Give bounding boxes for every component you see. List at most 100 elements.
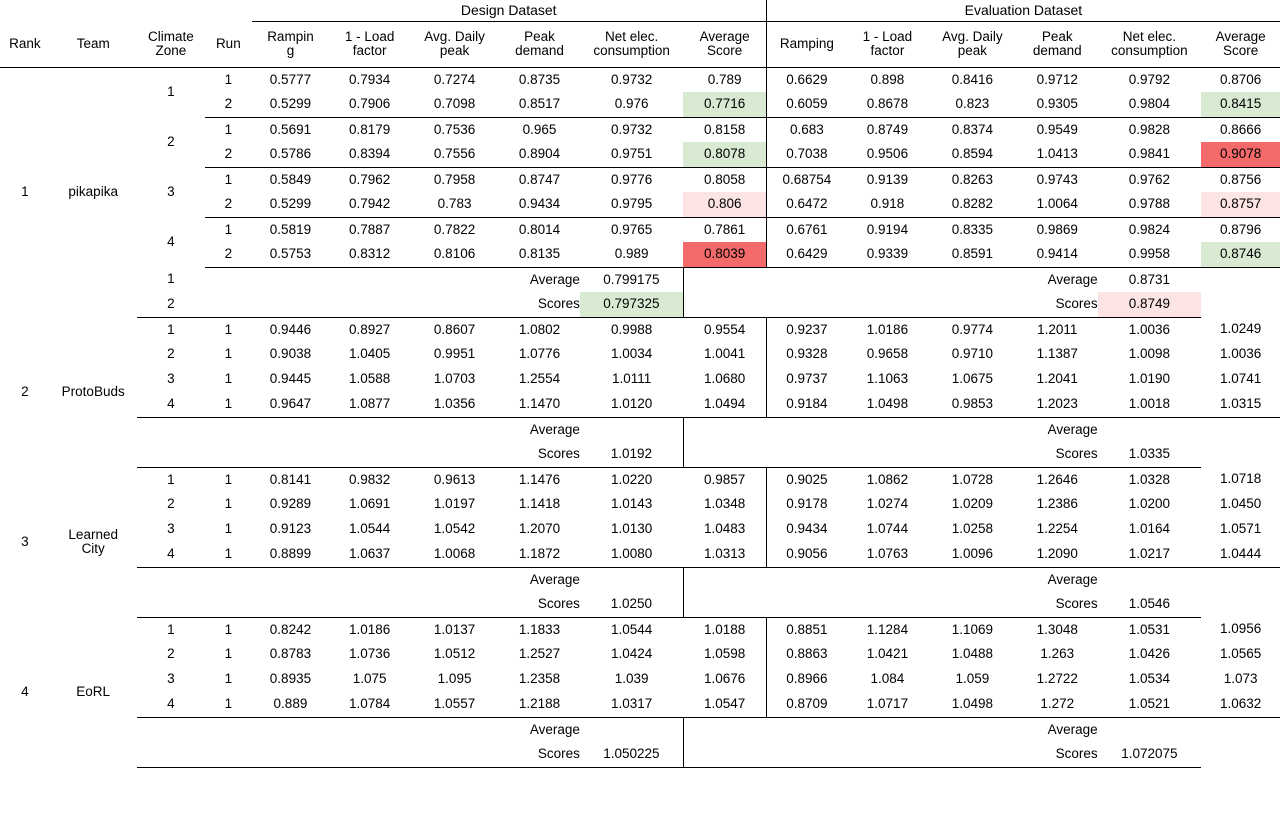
design-value-cell: 0.8106 bbox=[410, 242, 500, 268]
climate-zone-cell: 2 bbox=[167, 496, 175, 512]
header-evaluation-col-4: Peak demand bbox=[1016, 21, 1098, 68]
design-average-score-value bbox=[579, 717, 684, 742]
design-average-score-value bbox=[579, 417, 684, 442]
eval-value-cell: 1.0315 bbox=[1201, 392, 1280, 418]
data-row: 2 1 0.8783 1.0736 1.0512 1.2527 1.0424 1.0598 0.… bbox=[0, 642, 1280, 667]
design-value-cell: 1.0483 bbox=[683, 517, 767, 542]
climate-zone-cell: 2 bbox=[167, 346, 175, 362]
eval-value-cell: 0.9710 bbox=[951, 346, 993, 362]
summary-blank-cell bbox=[410, 417, 499, 442]
team-name-3: Learned City bbox=[50, 467, 137, 617]
header-line2: g bbox=[286, 43, 295, 58]
design-value-cell: 1.0186 bbox=[349, 621, 391, 637]
eval-average-score-value bbox=[1098, 567, 1202, 592]
eval-value-cell: 1.0744 bbox=[866, 521, 909, 537]
eval-value-cell: 1.0488 bbox=[951, 646, 993, 662]
eval-value-cell: 1.0036 bbox=[1219, 346, 1262, 362]
eval-value-cell: 0.8678 bbox=[847, 92, 928, 118]
design-value-cell: 0.7887 bbox=[349, 221, 391, 237]
eval-value-cell: 0.8282 bbox=[927, 192, 1017, 218]
eval-value-cell: 1.2023 bbox=[1016, 392, 1098, 418]
design-value-cell: 1.0068 bbox=[410, 542, 500, 568]
eval-value-cell: 1.263 bbox=[1040, 646, 1075, 662]
design-value-cell: 0.9123 bbox=[269, 521, 312, 537]
run-cell: 1 bbox=[224, 496, 233, 512]
design-value-cell: 1.0542 bbox=[433, 521, 476, 537]
design-value-cell: 1.0111 bbox=[611, 371, 652, 387]
eval-value-cell: 1.0862 bbox=[866, 471, 909, 487]
summary-blank-cell bbox=[683, 292, 767, 318]
eval-value-cell: 0.9025 bbox=[786, 471, 828, 487]
eval-average-scores-label: Average bbox=[1047, 571, 1098, 587]
climate-zone-cell: 3 bbox=[167, 521, 175, 537]
eval-value-cell: 0.9762 bbox=[1128, 171, 1171, 187]
eval-value-cell: 1.1069 bbox=[951, 621, 993, 637]
summary-run-cell: 2 bbox=[136, 292, 206, 318]
data-row: 4 EoRL 1 1 0.8242 1.0186 1.0137 1.1833 1.0544 1.0… bbox=[0, 617, 1280, 698]
design-value-cell: 0.9038 bbox=[269, 346, 312, 362]
design-value-cell: 0.965 bbox=[522, 121, 557, 137]
eval-average-scores-label: Scores bbox=[1016, 592, 1098, 618]
eval-value-cell: 0.898 bbox=[870, 71, 905, 87]
data-row: 3 1 0.5849 0.7962 0.7958 0.8747 0.9776 0.8058 0.… bbox=[0, 167, 1280, 198]
design-average-scores-label: Scores bbox=[499, 592, 580, 618]
eval-value-cell: 0.8263 bbox=[951, 171, 993, 187]
design-value-cell: 0.9445 bbox=[269, 371, 312, 387]
summary-blank-cell bbox=[683, 267, 766, 292]
summary-blank-cell bbox=[766, 717, 847, 742]
data-row: 2 1 0.9289 1.0691 1.0197 1.1418 1.0143 1.0348 0.… bbox=[0, 492, 1280, 517]
design-value-cell: 0.8158 bbox=[683, 117, 767, 142]
design-average-scores-label: Scores bbox=[499, 442, 580, 468]
eval-value-cell: 0.9194 bbox=[866, 221, 909, 237]
eval-value-cell: 0.823 bbox=[927, 92, 1017, 118]
header-line1: Avg. Daily bbox=[424, 28, 485, 44]
summary-row: Average Average bbox=[0, 717, 1280, 742]
summary-blank-cell bbox=[205, 442, 252, 468]
design-value-cell: 1.0598 bbox=[683, 642, 767, 667]
design-value-cell: 0.7906 bbox=[329, 92, 411, 118]
summary-blank-cell bbox=[410, 442, 500, 468]
design-average-scores-label: Average bbox=[529, 571, 580, 587]
results-table: Design Dataset Evaluation Dataset Rank Team… bbox=[0, 0, 1280, 768]
design-value-cell: 0.8179 bbox=[349, 121, 391, 137]
design-value-cell: 0.7962 bbox=[349, 171, 391, 187]
design-average-scores-label: Scores bbox=[499, 742, 580, 768]
design-value-cell: 0.783 bbox=[410, 192, 500, 218]
eval-value-cell: 0.9712 bbox=[1036, 71, 1078, 87]
eval-value-cell: 0.8416 bbox=[951, 71, 993, 87]
header-line1: Avg. Daily bbox=[942, 28, 1003, 44]
header-line1: Peak bbox=[524, 28, 555, 44]
design-value-cell: 0.7958 bbox=[433, 171, 476, 187]
eval-value-cell: 0.6059 bbox=[766, 92, 848, 118]
design-value-cell: 0.9647 bbox=[251, 392, 330, 418]
summary-run-cell bbox=[137, 417, 205, 442]
eval-value-cell: 0.6761 bbox=[786, 221, 828, 237]
header-line2: demand bbox=[1032, 43, 1082, 58]
summary-blank-cell bbox=[205, 717, 252, 742]
eval-value-cell: 0.9804 bbox=[1097, 92, 1202, 118]
summary-blank-cell bbox=[766, 292, 848, 318]
eval-average-score-value bbox=[1098, 717, 1202, 742]
eval-value-cell: 0.7038 bbox=[766, 142, 848, 168]
eval-value-cell: 0.8796 bbox=[1219, 221, 1262, 237]
run-cell: 1 bbox=[224, 221, 233, 237]
summary-row: 2 Scores 0.797325 Scores 0.8749 bbox=[0, 292, 1280, 318]
eval-value-cell: 0.8374 bbox=[951, 121, 993, 137]
design-average-scores-label: Scores bbox=[499, 292, 580, 318]
design-value-cell: 0.8242 bbox=[269, 621, 312, 637]
summary-blank-cell bbox=[329, 442, 411, 468]
climate-zone-cell: 4 bbox=[167, 233, 175, 249]
summary-blank-cell bbox=[847, 592, 928, 618]
run-cell: 1 bbox=[224, 471, 233, 487]
eval-value-cell: 1.0763 bbox=[847, 542, 928, 568]
eval-value-cell: 0.9506 bbox=[847, 142, 928, 168]
eval-average-scores-label: Scores bbox=[1016, 292, 1098, 318]
summary-blank-cell bbox=[847, 567, 928, 592]
eval-value-cell: 0.9788 bbox=[1097, 192, 1202, 218]
header-climate-zone: Climate Zone bbox=[136, 21, 206, 68]
design-value-cell: 1.0197 bbox=[433, 496, 476, 512]
summary-blank-cell bbox=[252, 567, 330, 592]
design-average-scores-label: Average bbox=[529, 271, 580, 287]
design-value-cell: 0.8783 bbox=[269, 646, 312, 662]
design-value-cell: 0.9554 bbox=[683, 317, 767, 342]
